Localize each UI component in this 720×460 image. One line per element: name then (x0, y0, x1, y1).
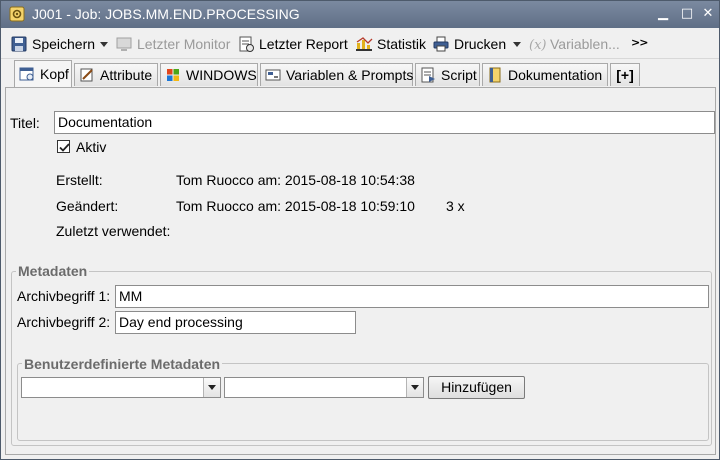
statistics-button[interactable]: Statistik (355, 34, 426, 54)
created-value: Tom Ruocco am: 2015-08-18 10:54:38 (176, 172, 415, 188)
tab-strip: Kopf Attribute WINDOWS Variablen & Promp… (1, 59, 719, 87)
custom-metadata-legend: Benutzerdefinierte Metadaten (22, 356, 223, 372)
script-icon (421, 67, 435, 83)
header-icon (19, 67, 34, 81)
monitor-icon (116, 37, 132, 51)
job-app-icon (9, 6, 25, 22)
archive1-label: Archivbegriff 1: (17, 288, 111, 304)
documentation-icon (489, 67, 501, 83)
title-bar[interactable]: J001 - Job: JOBS.MM.END.PROCESSING ▁ □ ✕ (1, 1, 719, 28)
statistics-chart-icon (356, 37, 373, 51)
modified-value: Tom Ruocco am: 2015-08-18 10:59:10 (176, 198, 415, 214)
tab-windows[interactable]: WINDOWS (160, 63, 258, 86)
last-monitor-button[interactable]: Letzter Monitor (115, 34, 230, 54)
metadata-legend: Metadaten (16, 263, 90, 279)
created-label: Erstellt: (56, 172, 103, 188)
title-label: Titel: (10, 115, 40, 131)
last-report-label: Letzter Report (259, 36, 348, 52)
active-label[interactable]: Aktiv (76, 139, 106, 155)
last-used-label: Zuletzt verwendet: (56, 223, 171, 239)
floppy-disk-icon (11, 36, 27, 52)
tab-kopf[interactable]: Kopf (14, 60, 72, 87)
custom-metadata-key-select[interactable] (21, 377, 221, 398)
printer-icon (433, 36, 449, 52)
chevron-down-icon[interactable] (203, 378, 220, 397)
window-title: J001 - Job: JOBS.MM.END.PROCESSING (32, 6, 300, 22)
maximize-button[interactable]: □ (678, 5, 696, 23)
report-icon (239, 36, 254, 52)
tab-add[interactable]: [+] (610, 63, 640, 86)
minimize-button[interactable]: ▁ (654, 5, 672, 23)
tab-label: Kopf (40, 66, 69, 82)
toolbar: Speichern Letzter Monitor Letzter Report (1, 28, 719, 59)
custom-metadata-value-select[interactable] (224, 377, 424, 398)
windows-icon (167, 69, 179, 81)
svg-text:(x): (x) (529, 38, 546, 53)
toolbar-overflow-chevron[interactable]: >> (631, 36, 648, 49)
custom-metadata-group (17, 363, 709, 441)
variables-button[interactable]: (x) Variablen... (528, 34, 620, 54)
save-dropdown-caret[interactable] (100, 42, 108, 47)
tab-label: Script (441, 67, 477, 83)
save-button[interactable]: Speichern (10, 34, 95, 54)
tab-dokumentation[interactable]: Dokumentation (482, 63, 608, 86)
archive2-field[interactable]: Day end processing (115, 311, 356, 334)
kopf-panel: Titel: Documentation Aktiv Erstellt: Tom… (5, 87, 716, 455)
archive1-field[interactable]: MM (115, 285, 709, 308)
tab-label: Dokumentation (508, 67, 603, 83)
variables-prompts-icon (265, 69, 281, 81)
active-checkbox[interactable] (57, 140, 70, 153)
title-field[interactable]: Documentation (54, 111, 715, 134)
variables-label: Variablen... (550, 36, 620, 52)
chevron-down-icon[interactable] (406, 378, 423, 397)
tab-label: Attribute (100, 67, 153, 83)
print-label: Drucken (454, 36, 507, 52)
save-label: Speichern (32, 36, 96, 52)
print-button[interactable]: Drucken (432, 34, 506, 54)
tab-label: Variablen & Prompts (286, 67, 414, 83)
tab-label: WINDOWS (186, 67, 257, 83)
close-button[interactable]: ✕ (699, 5, 717, 23)
job-editor-window: J001 - Job: JOBS.MM.END.PROCESSING ▁ □ ✕… (0, 0, 720, 460)
archive2-label: Archivbegriff 2: (17, 314, 111, 330)
print-dropdown-caret[interactable] (513, 42, 521, 47)
statistics-label: Statistik (377, 36, 427, 52)
tab-variablen-prompts[interactable]: Variablen & Prompts (260, 63, 413, 86)
checkmark-icon (59, 143, 70, 152)
add-metadata-button[interactable]: Hinzufügen (428, 376, 525, 399)
attributes-icon (80, 68, 93, 82)
variables-icon: (x) (529, 38, 546, 53)
modified-label: Geändert: (56, 198, 119, 214)
tab-script[interactable]: Script (415, 63, 480, 86)
tab-attribute[interactable]: Attribute (74, 63, 158, 86)
last-monitor-label: Letzter Monitor (137, 36, 231, 52)
add-tab-icon: [+] (616, 67, 634, 83)
modified-count: 3 x (446, 198, 465, 214)
last-report-button[interactable]: Letzter Report (237, 34, 348, 54)
